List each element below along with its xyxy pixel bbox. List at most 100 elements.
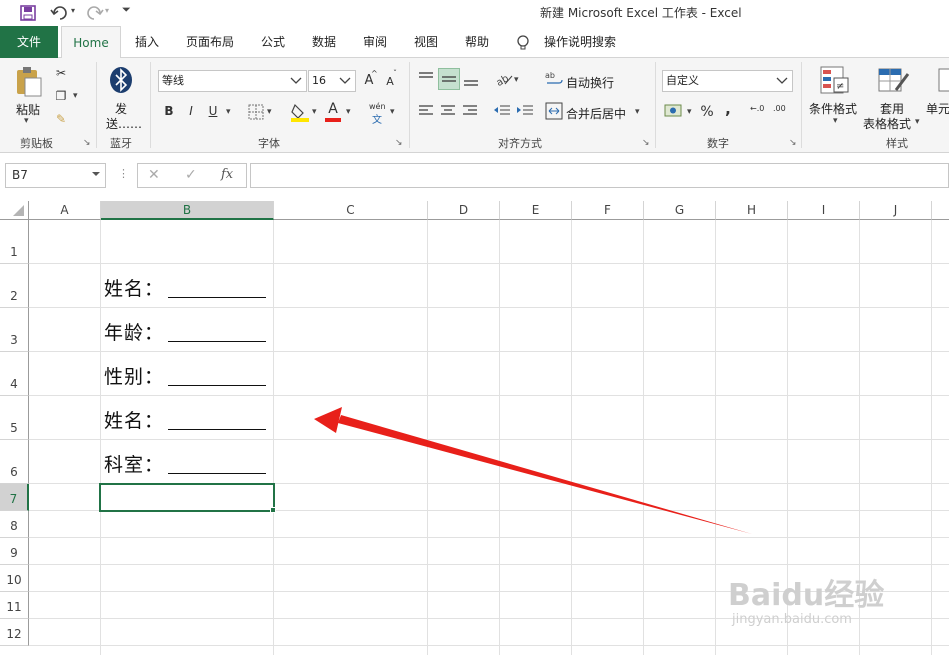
watermark-logo: Baidu经验 [728, 578, 885, 613]
ribbon-home: 粘贴 ▾ ✂ ❐ ▾ ✎ 剪贴板 ↘ 发 送…… 蓝牙 等线 16 A ^ A … [0, 58, 949, 153]
tab-help[interactable]: 帮助 [456, 26, 498, 58]
comma-button[interactable]: , [722, 100, 734, 118]
svg-text:ab: ab [545, 71, 555, 80]
alignment-group-label: 对齐方式 [498, 137, 542, 150]
underline-button[interactable]: U [206, 102, 220, 120]
tab-formulas[interactable]: 公式 [252, 26, 294, 58]
tab-home[interactable]: Home [61, 26, 121, 59]
format-as-table-dropdown-icon[interactable]: ▾ [915, 117, 920, 127]
title-bar: ▾ ▾ ⏷ 新建 Microsoft Excel 工作表 - Excel [0, 0, 949, 26]
formula-input[interactable] [250, 163, 949, 188]
customize-icon[interactable]: ⏷ [122, 3, 131, 17]
underline-dropdown-icon[interactable]: ▾ [226, 107, 231, 117]
merge-center-label[interactable]: 合并后居中 [566, 105, 626, 122]
align-center-icon[interactable] [440, 104, 456, 118]
phonetic-icon[interactable]: wén [369, 102, 386, 111]
paste-icon[interactable] [14, 66, 44, 98]
format-as-table-icon[interactable] [878, 66, 910, 96]
phonetic-dropdown-icon[interactable]: ▾ [390, 107, 395, 117]
font-color-dropdown-icon[interactable]: ▾ [346, 107, 351, 117]
bluetooth-group-label: 蓝牙 [110, 137, 132, 150]
conditional-formatting-icon[interactable]: ≠ [820, 66, 850, 96]
worksheet-grid[interactable]: A B C D E F G H I J 1 2 3 4 5 6 7 8 9 10… [0, 201, 949, 655]
font-color-icon[interactable]: A [325, 100, 341, 118]
decrease-indent-icon[interactable] [493, 104, 511, 118]
borders-icon[interactable] [248, 104, 264, 120]
font-color-swatch [325, 118, 341, 122]
undo-icon[interactable] [50, 5, 70, 21]
undo-dropdown-icon[interactable]: ▾ [71, 6, 75, 15]
font-group-label: 字体 [258, 137, 280, 150]
align-middle-icon [442, 76, 456, 82]
bluetooth-icon[interactable] [109, 66, 133, 94]
wrap-text-icon[interactable]: ab [545, 70, 563, 88]
tab-page-layout[interactable]: 页面布局 [180, 26, 240, 58]
font-size-dropdown-icon[interactable] [339, 77, 351, 85]
number-format-dropdown-icon[interactable] [776, 77, 788, 85]
insert-function-icon[interactable]: fx [221, 167, 233, 182]
cancel-icon[interactable]: ✕ [148, 167, 160, 183]
tell-me-search[interactable]: 操作说明搜索 [538, 26, 622, 58]
bluetooth-send-label-2[interactable]: 送…… [106, 115, 142, 132]
fill-color-icon[interactable] [290, 102, 310, 122]
watermark-url: jingyan.baidu.com [732, 612, 852, 627]
tab-review[interactable]: 审阅 [354, 26, 396, 58]
phonetic-char-icon: 文 [372, 115, 382, 126]
align-top-icon[interactable] [418, 71, 434, 85]
alignment-launcher-icon[interactable]: ↘ [642, 138, 650, 148]
tab-data[interactable]: 数据 [303, 26, 345, 58]
formula-bar: B7 ⋮ ✕ ✓ fx [0, 153, 949, 201]
copy-dropdown-icon[interactable]: ▾ [73, 91, 78, 101]
window-title: 新建 Microsoft Excel 工作表 - Excel [540, 6, 742, 20]
font-name-select[interactable]: 等线 [158, 70, 307, 92]
accounting-dropdown-icon[interactable]: ▾ [687, 107, 692, 117]
tab-insert[interactable]: 插入 [126, 26, 168, 58]
orientation-icon[interactable]: ab [495, 70, 513, 86]
font-name-dropdown-icon[interactable] [290, 77, 302, 85]
align-right-icon[interactable] [462, 104, 478, 118]
format-as-table-label-2[interactable]: 表格格式 [863, 115, 911, 132]
accounting-format-icon[interactable] [664, 102, 684, 120]
tab-file[interactable]: 文件 [0, 26, 58, 58]
align-left-icon[interactable] [418, 104, 434, 118]
borders-dropdown-icon[interactable]: ▾ [267, 107, 272, 117]
number-format-select[interactable]: 自定义 [662, 70, 793, 92]
align-bottom-icon[interactable] [463, 73, 479, 87]
align-middle-button[interactable] [438, 68, 460, 90]
fill-color-dropdown-icon[interactable]: ▾ [312, 107, 317, 117]
cell-styles-icon[interactable] [938, 66, 949, 96]
percent-button[interactable]: % [699, 103, 715, 121]
italic-button[interactable]: I [184, 102, 198, 120]
format-painter-icon[interactable]: ✎ [52, 110, 70, 128]
copy-icon[interactable]: ❐ [52, 87, 70, 105]
decrease-decimal-button[interactable]: .00 [773, 104, 793, 113]
clipboard-launcher-icon[interactable]: ↘ [83, 138, 91, 148]
bold-button[interactable]: B [162, 102, 176, 120]
styles-group-label: 样式 [886, 137, 908, 150]
redo-dropdown-icon[interactable]: ▾ [105, 6, 109, 15]
merge-center-icon[interactable] [545, 102, 563, 120]
redo-icon[interactable] [84, 5, 104, 21]
formula-bar-grip-icon: ⋮ [118, 167, 129, 180]
number-group-label: 数字 [707, 137, 729, 150]
tab-view[interactable]: 视图 [405, 26, 447, 58]
increase-decimal-button[interactable]: ←.0 [750, 104, 770, 113]
cell-styles-label[interactable]: 单元 [926, 100, 949, 117]
number-launcher-icon[interactable]: ↘ [789, 138, 797, 148]
merge-dropdown-icon[interactable]: ▾ [635, 107, 640, 117]
conditional-formatting-dropdown-icon[interactable]: ▾ [833, 116, 838, 126]
conditional-formatting-label[interactable]: 条件格式 [809, 100, 857, 117]
shrink-font-arrow-icon: ˇ [393, 69, 397, 78]
save-icon[interactable] [20, 5, 36, 21]
wrap-text-label[interactable]: 自动换行 [566, 74, 614, 91]
name-box-dropdown-icon[interactable] [91, 171, 101, 178]
increase-indent-icon[interactable] [516, 104, 534, 118]
orientation-dropdown-icon[interactable]: ▾ [514, 75, 519, 85]
grow-font-arrow-icon: ^ [371, 69, 378, 78]
cut-icon[interactable]: ✂ [52, 64, 70, 82]
font-launcher-icon[interactable]: ↘ [395, 138, 403, 148]
enter-icon[interactable]: ✓ [185, 167, 197, 183]
ribbon-tabs: 文件 Home 插入 页面布局 公式 数据 审阅 视图 帮助 操作说明搜索 [0, 26, 949, 59]
paste-dropdown-icon[interactable]: ▾ [24, 116, 29, 126]
svg-text:≠: ≠ [836, 81, 844, 92]
